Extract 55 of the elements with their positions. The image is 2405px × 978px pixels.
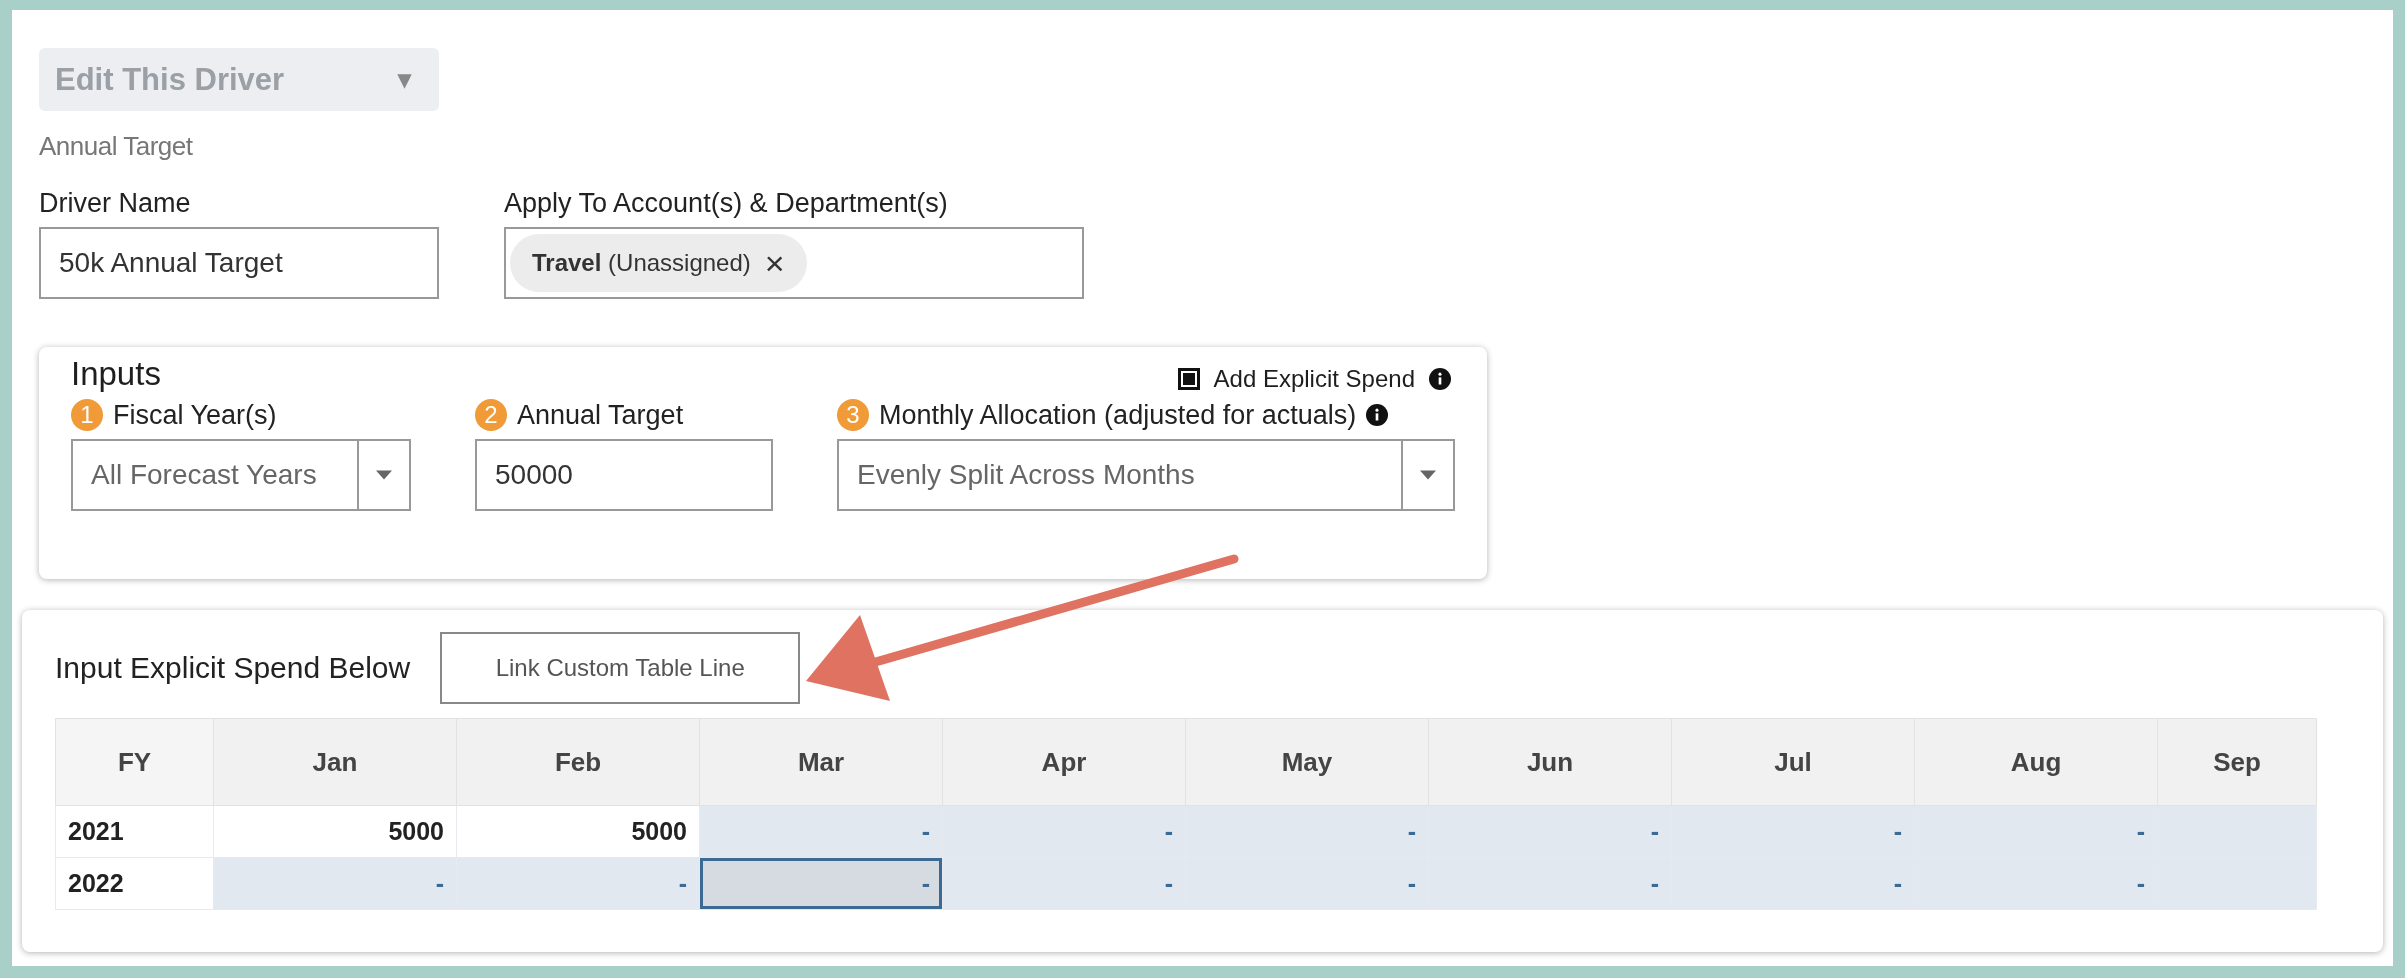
dropdown-field[interactable]: Evenly Split Across Months [837,439,1455,511]
caret-icon [376,470,392,480]
caret-icon: ▾ [398,64,411,95]
column-header: Aug [1914,718,2158,806]
checkbox-label: Add Explicit Spend [1213,365,1415,393]
explicit-spend-checkbox[interactable] [1177,368,1200,390]
year-cell: 2022 [55,857,214,910]
driver-menu-dropdown[interactable]: Edit This Driver ▾ [39,48,439,111]
column-header: Jul [1671,718,1915,806]
link-custom-table-line-button[interactable]: Link Custom Table Line [440,632,801,704]
field-label: Annual Target [517,399,684,431]
table-cell[interactable]: - [699,857,943,910]
column-header: Jun [1428,718,1672,806]
table-cell[interactable]: - [213,857,457,910]
table-cell[interactable]: - [1185,805,1429,858]
step-number-badge: 2 [475,399,507,431]
table-cell[interactable]: - [1428,805,1672,858]
field-label: Driver Name [39,188,192,219]
table-cell[interactable]: - [1914,805,2158,858]
table-cell[interactable]: - [1914,857,2158,910]
field-label: Monthly Allocation (adjusted for actuals) [879,399,1357,431]
column-header: Sep [2157,718,2317,806]
column-header: Feb [456,718,700,806]
account-department-field[interactable]: Travel (Unassigned) × [504,227,1084,299]
section-title: Input Explicit Spend Below [55,651,411,685]
table-cell[interactable]: 5000 [456,805,700,858]
driver-type-label: Annual Target [39,131,194,162]
table-cell[interactable]: - [1671,805,1915,858]
year-cell: 2021 [55,805,214,858]
table-cell[interactable]: - [1428,857,1672,910]
info-icon[interactable] [1366,404,1389,426]
table-cell[interactable]: - [1671,857,1915,910]
column-header: FY [55,718,214,806]
table-cell[interactable]: 5000 [213,805,457,858]
table-cell[interactable]: - [942,857,1186,910]
caret-icon [1420,470,1436,480]
field-label: Fiscal Year(s) [113,399,277,431]
step-number-badge: 1 [71,399,103,431]
table-cell[interactable]: - [699,805,943,858]
driver-name-field[interactable]: 50k Annual Target [39,227,439,299]
step-number-badge: 3 [837,399,869,431]
tag-label: Travel (Unassigned) [532,249,751,277]
table-cell[interactable]: - [942,805,1186,858]
dropdown-field[interactable]: All Forecast Years [71,439,411,511]
table-cell[interactable]: - [456,857,700,910]
table-cell[interactable]: - [1185,857,1429,910]
column-header: Mar [699,718,943,806]
inputs-title: Inputs [71,355,161,393]
info-icon[interactable] [1429,368,1451,390]
column-header: Apr [942,718,1186,806]
column-header: May [1185,718,1429,806]
field-label: Apply To Account(s) & Department(s) [504,188,949,219]
column-header: Jan [213,718,457,806]
remove-tag-button[interactable]: × [764,246,785,280]
annual-target-field[interactable]: 50000 [475,439,773,511]
